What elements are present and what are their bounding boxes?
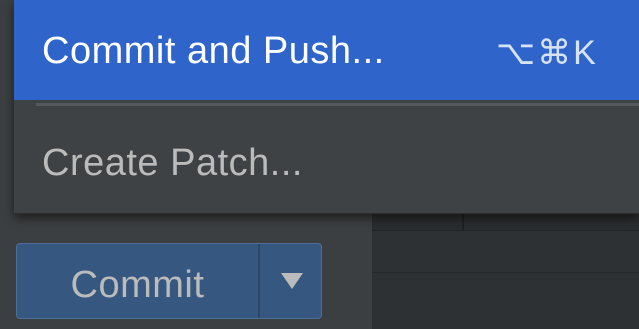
menu-item-shortcut: ⌥⌘K <box>496 34 598 72</box>
commit-button-label: Commit <box>70 264 205 306</box>
commit-split-button: Commit <box>16 243 322 319</box>
menu-item-label: Commit and Push... <box>42 30 385 72</box>
menu-separator <box>36 103 639 106</box>
commit-panel: Commit and Push... ⌥⌘K Create Patch... C… <box>0 0 639 329</box>
commit-options-dropdown-button[interactable] <box>260 244 321 318</box>
commit-button[interactable]: Commit <box>17 244 258 318</box>
menu-item-commit-and-push[interactable]: Commit and Push... ⌥⌘K <box>14 0 639 100</box>
triangle-down-icon <box>281 273 303 289</box>
menu-item-create-patch[interactable]: Create Patch... <box>14 114 639 208</box>
background-editor-panel <box>372 212 639 329</box>
background-divider <box>462 212 464 230</box>
background-rule <box>372 272 639 273</box>
background-toolbar-strip <box>372 212 639 231</box>
commit-options-popup-menu: Commit and Push... ⌥⌘K Create Patch... <box>14 0 639 214</box>
menu-item-label: Create Patch... <box>42 142 303 184</box>
